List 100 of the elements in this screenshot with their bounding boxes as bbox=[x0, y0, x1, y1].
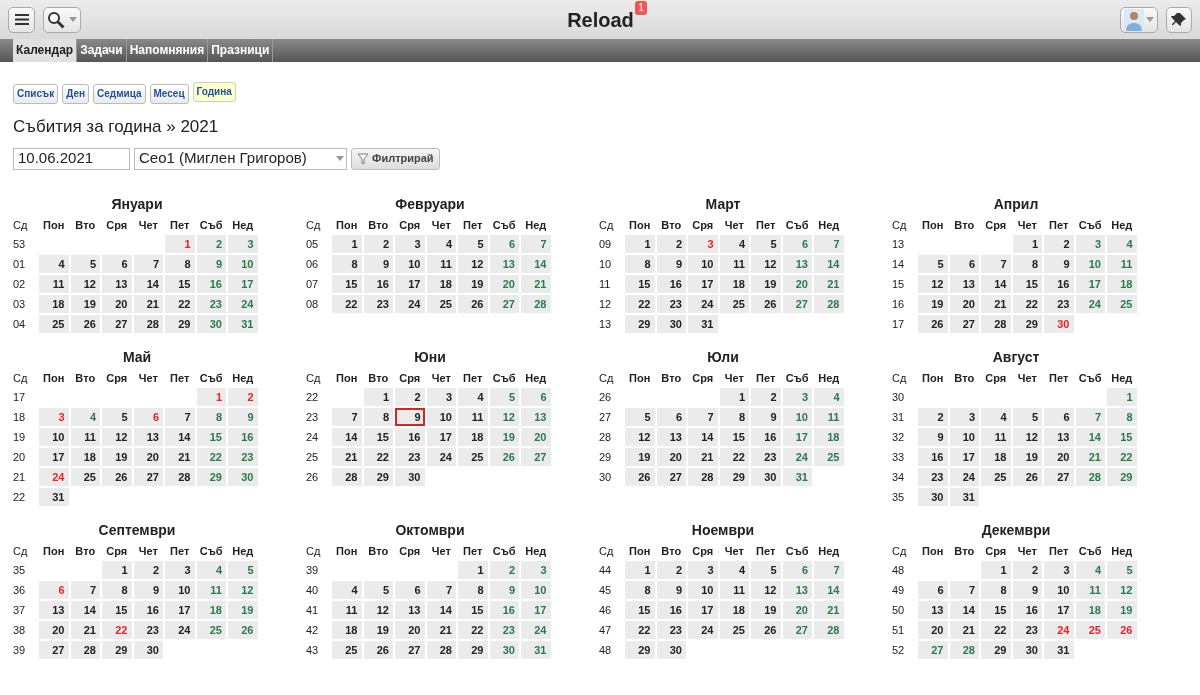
day-cell[interactable]: 29 bbox=[625, 640, 655, 659]
day-cell[interactable]: 4 bbox=[719, 234, 749, 253]
day-cell[interactable]: 19 bbox=[625, 447, 655, 466]
day-cell[interactable]: 18 bbox=[814, 427, 844, 446]
day-cell[interactable]: 19 bbox=[1012, 447, 1042, 466]
day-cell[interactable]: 8 bbox=[165, 254, 195, 273]
day-cell[interactable]: 4 bbox=[719, 560, 749, 579]
day-cell[interactable]: 1 bbox=[102, 560, 132, 579]
day-cell[interactable]: 16 bbox=[133, 600, 163, 619]
view-button[interactable]: Седмица bbox=[93, 83, 146, 104]
day-cell[interactable]: 24 bbox=[782, 447, 812, 466]
day-cell[interactable]: 26 bbox=[489, 447, 519, 466]
day-cell[interactable]: 28 bbox=[981, 314, 1011, 333]
day-cell[interactable]: 4 bbox=[332, 580, 362, 599]
day-cell[interactable]: 8 bbox=[981, 580, 1011, 599]
day-cell[interactable]: 1 bbox=[1012, 234, 1042, 253]
day-cell[interactable]: 27 bbox=[918, 640, 948, 659]
day-cell[interactable]: 12 bbox=[751, 254, 781, 273]
view-button[interactable]: Година bbox=[192, 82, 236, 102]
day-cell[interactable]: 13 bbox=[918, 600, 948, 619]
day-cell[interactable]: 15 bbox=[102, 600, 132, 619]
day-cell[interactable]: 6 bbox=[489, 234, 519, 253]
day-cell[interactable]: 23 bbox=[656, 294, 686, 313]
day-cell[interactable]: 28 bbox=[426, 640, 456, 659]
day-cell[interactable]: 21 bbox=[688, 447, 718, 466]
day-cell[interactable]: 3 bbox=[39, 407, 69, 426]
day-cell[interactable]: 23 bbox=[395, 447, 425, 466]
day-cell[interactable]: 27 bbox=[521, 447, 551, 466]
day-cell[interactable]: 26 bbox=[1012, 467, 1042, 486]
day-cell[interactable]: 24 bbox=[165, 620, 195, 639]
day-cell[interactable]: 5 bbox=[363, 580, 393, 599]
day-cell[interactable]: 9 bbox=[133, 580, 163, 599]
day-cell[interactable]: 1 bbox=[719, 387, 749, 406]
day-cell[interactable]: 6 bbox=[1044, 407, 1074, 426]
user-menu-button[interactable] bbox=[1120, 6, 1158, 33]
day-cell[interactable]: 7 bbox=[814, 560, 844, 579]
day-cell[interactable]: 12 bbox=[458, 254, 488, 273]
day-cell[interactable]: 18 bbox=[39, 294, 69, 313]
day-cell[interactable]: 6 bbox=[949, 254, 979, 273]
day-cell[interactable]: 3 bbox=[426, 387, 456, 406]
day-cell[interactable]: 23 bbox=[196, 294, 226, 313]
day-cell[interactable]: 28 bbox=[521, 294, 551, 313]
day-cell[interactable]: 19 bbox=[751, 274, 781, 293]
day-cell[interactable]: 30 bbox=[1044, 314, 1074, 333]
day-cell[interactable]: 4 bbox=[1075, 560, 1105, 579]
day-cell[interactable]: 14 bbox=[332, 427, 362, 446]
day-cell[interactable]: 15 bbox=[332, 274, 362, 293]
day-cell[interactable]: 28 bbox=[814, 620, 844, 639]
day-cell[interactable]: 11 bbox=[1107, 254, 1137, 273]
day-cell[interactable]: 27 bbox=[102, 314, 132, 333]
day-cell[interactable]: 12 bbox=[918, 274, 948, 293]
day-cell[interactable]: 20 bbox=[395, 620, 425, 639]
day-cell[interactable]: 19 bbox=[489, 427, 519, 446]
day-cell[interactable]: 11 bbox=[70, 427, 100, 446]
day-cell[interactable]: 16 bbox=[363, 274, 393, 293]
day-cell[interactable]: 10 bbox=[1075, 254, 1105, 273]
day-cell[interactable]: 26 bbox=[458, 294, 488, 313]
day-cell[interactable]: 24 bbox=[395, 294, 425, 313]
day-cell[interactable]: 19 bbox=[228, 600, 258, 619]
day-cell[interactable]: 23 bbox=[751, 447, 781, 466]
day-cell[interactable]: 20 bbox=[949, 294, 979, 313]
day-cell[interactable]: 13 bbox=[395, 600, 425, 619]
day-cell[interactable]: 22 bbox=[363, 447, 393, 466]
day-cell[interactable]: 29 bbox=[165, 314, 195, 333]
day-cell[interactable]: 18 bbox=[981, 447, 1011, 466]
day-cell[interactable]: 8 bbox=[625, 254, 655, 273]
day-cell[interactable]: 9 bbox=[395, 407, 425, 426]
day-cell[interactable]: 5 bbox=[70, 254, 100, 273]
day-cell[interactable]: 21 bbox=[332, 447, 362, 466]
day-cell[interactable]: 3 bbox=[521, 560, 551, 579]
view-button[interactable]: Списък bbox=[13, 83, 59, 104]
date-field[interactable]: 10.06.2021 bbox=[13, 147, 130, 170]
day-cell[interactable]: 8 bbox=[332, 254, 362, 273]
day-cell[interactable]: 7 bbox=[814, 234, 844, 253]
day-cell[interactable]: 10 bbox=[688, 580, 718, 599]
day-cell[interactable]: 2 bbox=[395, 387, 425, 406]
day-cell[interactable]: 10 bbox=[426, 407, 456, 426]
day-cell[interactable]: 14 bbox=[814, 580, 844, 599]
day-cell[interactable]: 4 bbox=[39, 254, 69, 273]
pin-button[interactable] bbox=[1166, 6, 1192, 33]
day-cell[interactable]: 9 bbox=[363, 254, 393, 273]
day-cell[interactable]: 4 bbox=[981, 407, 1011, 426]
day-cell[interactable]: 21 bbox=[814, 274, 844, 293]
tab[interactable]: Задачи bbox=[77, 39, 127, 62]
day-cell[interactable]: 6 bbox=[782, 560, 812, 579]
day-cell[interactable]: 21 bbox=[165, 447, 195, 466]
tab[interactable]: Напомняния bbox=[126, 39, 209, 62]
day-cell[interactable]: 23 bbox=[133, 620, 163, 639]
day-cell[interactable]: 16 bbox=[1044, 274, 1074, 293]
day-cell[interactable]: 1 bbox=[196, 387, 226, 406]
day-cell[interactable]: 18 bbox=[1107, 274, 1137, 293]
day-cell[interactable]: 18 bbox=[426, 274, 456, 293]
day-cell[interactable]: 23 bbox=[1044, 294, 1074, 313]
day-cell[interactable]: 22 bbox=[196, 447, 226, 466]
day-cell[interactable]: 6 bbox=[39, 580, 69, 599]
day-cell[interactable]: 7 bbox=[1075, 407, 1105, 426]
day-cell[interactable]: 25 bbox=[426, 294, 456, 313]
day-cell[interactable]: 18 bbox=[70, 447, 100, 466]
search-button[interactable] bbox=[43, 6, 81, 33]
day-cell[interactable]: 7 bbox=[949, 580, 979, 599]
